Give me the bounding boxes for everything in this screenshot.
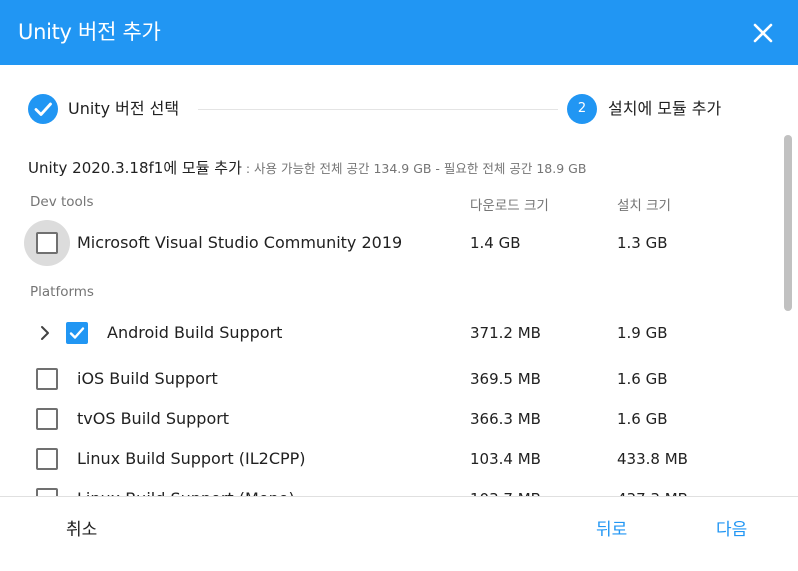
close-button[interactable] bbox=[744, 14, 782, 52]
module-row-linux-mono: Linux Build Support (Mono) 103.7 MB 437.… bbox=[0, 481, 780, 496]
checkbox-ios[interactable] bbox=[36, 368, 58, 390]
cancel-button[interactable]: 취소 bbox=[66, 517, 97, 543]
module-label: tvOS Build Support bbox=[77, 409, 230, 428]
checkbox-linux-il2cpp[interactable] bbox=[36, 448, 58, 470]
checkbox-linux-mono[interactable] bbox=[36, 488, 58, 496]
dialog-content: Unity 버전 선택 2 설치에 모듈 추가 Unity 2020.3.18f… bbox=[0, 65, 798, 496]
install-size: 433.8 MB bbox=[617, 450, 688, 468]
install-size: 437.3 MB bbox=[617, 488, 688, 496]
module-row-ios: iOS Build Support 369.5 MB 1.6 GB bbox=[0, 361, 780, 397]
next-button[interactable]: 다음 bbox=[716, 517, 747, 543]
step-2-label: 설치에 모듈 추가 bbox=[608, 99, 722, 118]
column-header-download: 다운로드 크기 bbox=[470, 198, 549, 214]
column-header-install: 설치 크기 bbox=[617, 198, 671, 214]
install-size: 1.6 GB bbox=[617, 370, 668, 388]
back-button[interactable]: 뒤로 bbox=[596, 517, 627, 543]
install-size: 1.9 GB bbox=[617, 324, 668, 342]
summary-main: Unity 2020.3.18f1에 모듈 추가 bbox=[28, 159, 242, 177]
module-row-tvos: tvOS Build Support 366.3 MB 1.6 GB bbox=[0, 401, 780, 437]
module-label: Microsoft Visual Studio Community 2019 bbox=[77, 233, 403, 252]
dialog-footer: 취소 뒤로 다음 bbox=[0, 496, 798, 571]
download-size: 371.2 MB bbox=[470, 324, 541, 342]
step-connector bbox=[198, 109, 558, 110]
install-size: 1.3 GB bbox=[617, 234, 668, 252]
checkbox-visual-studio[interactable] bbox=[36, 232, 58, 254]
scrollbar-thumb[interactable] bbox=[784, 135, 792, 311]
step-1-label: Unity 버전 선택 bbox=[68, 99, 180, 118]
module-row-linux-il2cpp: Linux Build Support (IL2CPP) 103.4 MB 43… bbox=[0, 441, 780, 477]
download-size: 366.3 MB bbox=[470, 410, 541, 428]
download-size: 103.4 MB bbox=[470, 450, 541, 468]
section-platforms: Platforms bbox=[30, 284, 94, 300]
step-2-badge: 2 bbox=[567, 94, 597, 124]
download-size: 103.7 MB bbox=[470, 488, 541, 496]
module-summary: Unity 2020.3.18f1에 모듈 추가 : 사용 가능한 전체 공간 … bbox=[28, 157, 586, 178]
module-label: Linux Build Support (Mono) bbox=[77, 488, 295, 496]
section-dev-tools: Dev tools bbox=[30, 194, 94, 210]
chevron-right-icon[interactable] bbox=[36, 323, 56, 343]
module-label: Linux Build Support (IL2CPP) bbox=[77, 449, 306, 468]
install-size: 1.6 GB bbox=[617, 410, 668, 428]
module-label: Android Build Support bbox=[107, 323, 283, 342]
module-row-visual-studio: Microsoft Visual Studio Community 2019 1… bbox=[0, 220, 780, 266]
check-circle-icon bbox=[28, 94, 58, 124]
module-label: iOS Build Support bbox=[77, 369, 218, 388]
dialog-title: Unity 버전 추가 bbox=[18, 20, 161, 44]
summary-space-info: : 사용 가능한 전체 공간 134.9 GB - 필요한 전체 공간 18.9… bbox=[241, 161, 587, 176]
checkbox-android[interactable] bbox=[66, 322, 88, 344]
download-size: 1.4 GB bbox=[470, 234, 521, 252]
stepper: Unity 버전 선택 2 설치에 모듈 추가 bbox=[28, 93, 748, 125]
checkbox-tvos[interactable] bbox=[36, 408, 58, 430]
download-size: 369.5 MB bbox=[470, 370, 541, 388]
close-icon bbox=[753, 23, 773, 43]
dialog-header: Unity 버전 추가 bbox=[0, 0, 798, 65]
module-row-android: Android Build Support 371.2 MB 1.9 GB bbox=[0, 315, 780, 351]
checkmark-icon bbox=[69, 327, 85, 339]
